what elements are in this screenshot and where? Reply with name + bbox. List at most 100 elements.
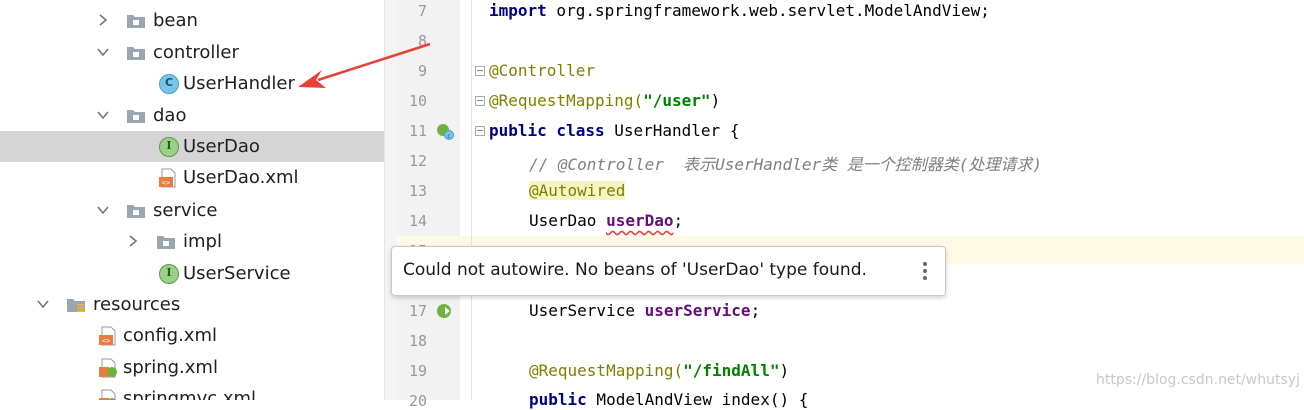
field-with-error[interactable]: userDao bbox=[606, 211, 673, 230]
tree-item-userdao[interactable]: I UserDao bbox=[0, 131, 384, 162]
watermark: https://blog.csdn.net/whutsyj bbox=[1096, 372, 1300, 388]
tree-item-label: spring.xml bbox=[123, 357, 218, 378]
resources-folder-icon bbox=[67, 299, 85, 312]
tooltip-message: Could not autowire. No beans of 'UserDao… bbox=[403, 260, 867, 280]
project-tree: bean controller C UserHandler dao I User… bbox=[0, 0, 384, 400]
line-number: 13 bbox=[408, 182, 427, 200]
code-line-13: @Autowired bbox=[529, 181, 626, 200]
tree-item-bean[interactable]: bean bbox=[0, 5, 384, 36]
code-line-17: UserService userService; bbox=[529, 301, 760, 320]
fold-marker[interactable] bbox=[475, 66, 485, 76]
field: userService bbox=[644, 301, 751, 320]
code-line-9: @Controller bbox=[489, 61, 595, 80]
tree-item-resources[interactable]: resources bbox=[0, 289, 384, 320]
tree-item-springmvc-xml[interactable]: springmvc.xml bbox=[0, 383, 384, 400]
panel-splitter[interactable] bbox=[384, 0, 397, 400]
string-literal: "/user" bbox=[643, 91, 711, 110]
fold-marker[interactable] bbox=[475, 96, 485, 106]
svg-text:<>: <> bbox=[162, 179, 170, 187]
code-text: UserHandler { bbox=[604, 121, 740, 140]
tree-item-label: dao bbox=[153, 105, 187, 126]
string-literal: "/findAll" bbox=[683, 361, 780, 380]
annotation: @RequestMapping( bbox=[489, 91, 644, 110]
inspection-tooltip: Could not autowire. No beans of 'UserDao… bbox=[391, 246, 946, 296]
line-number: 18 bbox=[408, 332, 427, 350]
code-line-12: // @Controller 表示UserHandler类 是一个控制器类(处理… bbox=[529, 151, 1042, 175]
code-line-11: public class UserHandler { bbox=[489, 121, 739, 140]
folder-icon bbox=[157, 236, 175, 249]
tree-item-label: controller bbox=[153, 42, 239, 63]
keyword: public class bbox=[489, 121, 605, 140]
tree-item-label: UserHandler bbox=[183, 73, 295, 94]
tree-item-userservice[interactable]: I UserService bbox=[0, 258, 384, 289]
xml-file-icon: <> bbox=[159, 168, 176, 188]
tree-item-spring-xml[interactable]: spring.xml bbox=[0, 352, 384, 383]
tree-item-label: resources bbox=[93, 294, 181, 315]
code-line-14: UserDao userDao; bbox=[529, 211, 683, 230]
code-line-7: import org.springframework.web.servlet.M… bbox=[489, 1, 990, 20]
code-text: org.springframework.web.servlet.ModelAnd… bbox=[546, 1, 990, 20]
interface-icon: I bbox=[159, 137, 179, 157]
folder-icon bbox=[127, 15, 145, 28]
line-number: 17 bbox=[408, 302, 427, 320]
navigate-autowired-gutter-icon[interactable] bbox=[436, 302, 454, 320]
code-line-10: @RequestMapping("/user") bbox=[489, 91, 720, 110]
xml-file-icon: <> bbox=[99, 326, 116, 346]
annotation: @Controller bbox=[489, 61, 595, 80]
tree-item-userhandler[interactable]: C UserHandler bbox=[0, 68, 384, 99]
svg-text:c: c bbox=[447, 133, 450, 140]
spring-xml-icon bbox=[99, 389, 116, 400]
tree-item-controller[interactable]: controller bbox=[0, 37, 384, 68]
fold-marker[interactable] bbox=[475, 126, 485, 136]
chevron-down-icon[interactable] bbox=[96, 45, 110, 59]
type-name: UserDao bbox=[529, 211, 607, 230]
line-number: 9 bbox=[417, 62, 427, 80]
more-vertical-icon[interactable] bbox=[920, 260, 930, 282]
tree-item-service[interactable]: service bbox=[0, 195, 384, 226]
line-number: 10 bbox=[408, 92, 427, 110]
tree-item-dao[interactable]: dao bbox=[0, 100, 384, 131]
folder-icon bbox=[127, 205, 145, 218]
class-icon: C bbox=[159, 74, 179, 94]
chevron-down-icon[interactable] bbox=[96, 108, 110, 122]
tree-item-label: UserDao bbox=[183, 136, 260, 157]
tree-item-impl[interactable]: impl bbox=[0, 226, 384, 257]
tree-item-label: impl bbox=[183, 231, 222, 252]
code-text: ; bbox=[673, 211, 684, 230]
tree-item-label: UserDao.xml bbox=[183, 167, 299, 188]
fold-column bbox=[460, 0, 480, 400]
line-number: 20 bbox=[408, 392, 427, 410]
keyword: import bbox=[489, 1, 547, 20]
code-line-19: @RequestMapping("/findAll") bbox=[529, 361, 789, 380]
folder-icon bbox=[127, 110, 145, 123]
spring-xml-icon bbox=[99, 358, 117, 378]
line-number: 19 bbox=[408, 362, 427, 380]
line-number: 14 bbox=[408, 212, 427, 230]
line-number: 7 bbox=[417, 2, 427, 20]
tree-item-label: bean bbox=[153, 10, 198, 31]
folder-icon bbox=[127, 47, 145, 60]
chevron-right-icon[interactable] bbox=[96, 13, 110, 27]
code-text: ; bbox=[750, 301, 761, 320]
interface-icon: I bbox=[159, 264, 179, 284]
line-number: 11 bbox=[408, 122, 427, 140]
code-editor[interactable] bbox=[480, 0, 1304, 400]
type-name: UserService bbox=[529, 301, 645, 320]
chevron-down-icon[interactable] bbox=[96, 203, 110, 217]
comment: // @Controller 表示UserHandler类 是一个控制器类(处理… bbox=[529, 155, 1042, 174]
code-text: ) bbox=[779, 361, 790, 380]
line-number: 12 bbox=[408, 152, 427, 170]
svg-text:<>: <> bbox=[102, 337, 110, 345]
fold-guide bbox=[471, 0, 472, 400]
annotation: @Autowired bbox=[529, 181, 626, 200]
chevron-down-icon[interactable] bbox=[36, 297, 50, 311]
tree-item-label: service bbox=[153, 200, 218, 221]
tree-item-userdao-xml[interactable]: <> UserDao.xml bbox=[0, 162, 384, 193]
tree-item-label: UserService bbox=[183, 263, 291, 284]
line-number: 8 bbox=[417, 32, 427, 50]
tree-item-config-xml[interactable]: <> config.xml bbox=[0, 320, 384, 351]
chevron-right-icon[interactable] bbox=[126, 234, 140, 248]
spring-bean-gutter-icon[interactable]: c bbox=[436, 122, 454, 140]
tree-item-label: config.xml bbox=[123, 325, 217, 346]
code-text: ) bbox=[710, 91, 721, 110]
